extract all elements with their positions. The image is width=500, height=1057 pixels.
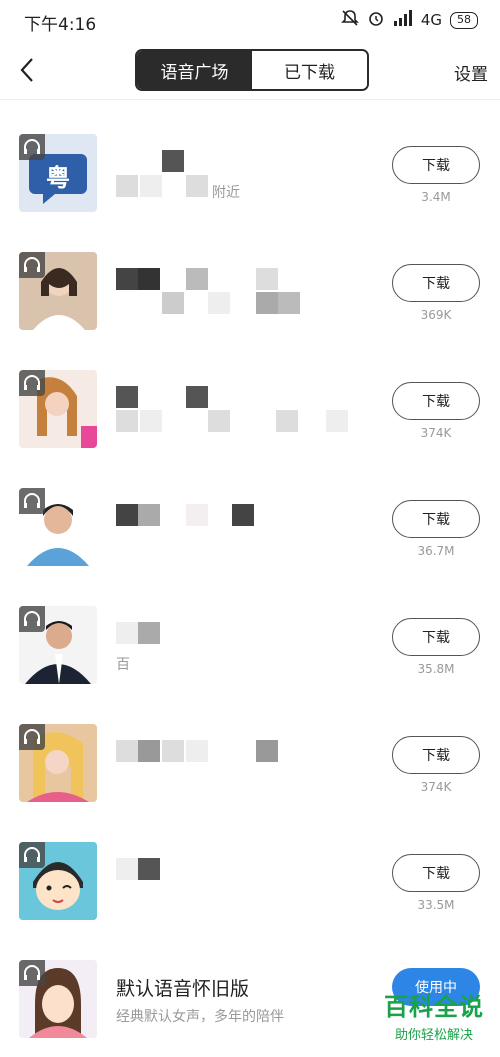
status-icons: 4G 58 — [340, 9, 478, 31]
list-item[interactable]: 百 下载 35.8M — [0, 602, 500, 720]
headphones-icon — [19, 724, 45, 750]
voice-avatar — [19, 724, 97, 802]
watermark: 百科全说 助你轻松解决 — [384, 987, 484, 1043]
headphones-icon — [19, 488, 45, 514]
watermark-subtitle: 助你轻松解决 — [394, 1028, 473, 1043]
voice-subtitle: 百 — [116, 657, 130, 673]
download-button[interactable]: 下载 — [392, 618, 480, 656]
file-size: 33.5M — [417, 898, 455, 912]
segmented-control: 语音广场 已下载 — [135, 49, 369, 91]
voice-avatar — [19, 252, 97, 330]
download-button[interactable]: 下载 — [392, 854, 480, 892]
watermark-title: 百科全说 — [384, 993, 484, 1021]
list-item[interactable]: 下载 374K — [0, 366, 500, 484]
voice-avatar: 粤 — [19, 134, 97, 212]
status-time: 下午4:16 — [24, 15, 97, 35]
file-size: 374K — [420, 426, 452, 440]
list-item[interactable]: 粤 附近 下载 3.4M — [0, 130, 500, 248]
file-size: 3.4M — [421, 190, 451, 204]
back-button[interactable] — [14, 54, 42, 86]
voice-avatar — [19, 842, 97, 920]
alarm-icon — [367, 9, 385, 31]
list-item[interactable]: 下载 33.5M — [0, 838, 500, 956]
headphones-icon — [19, 252, 45, 278]
list-item[interactable]: 下载 36.7M — [0, 484, 500, 602]
file-size: 374K — [420, 780, 452, 794]
download-button[interactable]: 下载 — [392, 382, 480, 420]
headphones-icon — [19, 370, 45, 396]
battery-indicator: 58 — [450, 11, 478, 29]
file-size: 36.7M — [417, 544, 455, 558]
file-size: 369K — [420, 308, 452, 322]
list-item[interactable]: 下载 374K — [0, 720, 500, 838]
headphones-icon — [19, 842, 45, 868]
download-button[interactable]: 下载 — [392, 736, 480, 774]
mute-icon — [340, 9, 359, 31]
download-button[interactable]: 下载 — [392, 264, 480, 302]
file-size: 35.8M — [417, 662, 455, 676]
chevron-left-icon — [20, 58, 33, 82]
headphones-icon — [19, 606, 45, 632]
status-bar: 下午4:16 4G 58 — [0, 0, 500, 40]
voice-avatar — [19, 606, 97, 684]
headphones-icon — [19, 134, 45, 160]
tab-downloaded[interactable]: 已下载 — [252, 51, 367, 89]
voice-avatar — [19, 370, 97, 448]
signal-icon — [393, 10, 413, 30]
tab-voice-square[interactable]: 语音广场 — [137, 51, 252, 89]
download-button[interactable]: 下载 — [392, 146, 480, 184]
nav-bar: 语音广场 已下载 设置 — [0, 40, 500, 100]
voice-avatar — [19, 960, 97, 1038]
voice-title: 默认语音怀旧版 — [116, 978, 250, 1000]
voice-subtitle: 附近 — [212, 185, 240, 201]
avatar-glyph: 粤 — [46, 164, 70, 192]
network-type: 4G — [420, 11, 442, 29]
headphones-icon — [19, 960, 45, 986]
list-item[interactable]: 下载 369K — [0, 248, 500, 366]
voice-subtitle: 经典默认女声，多年的陪伴 — [116, 1009, 284, 1025]
settings-button[interactable]: 设置 — [454, 60, 488, 85]
download-button[interactable]: 下载 — [392, 500, 480, 538]
voice-avatar — [19, 488, 97, 566]
